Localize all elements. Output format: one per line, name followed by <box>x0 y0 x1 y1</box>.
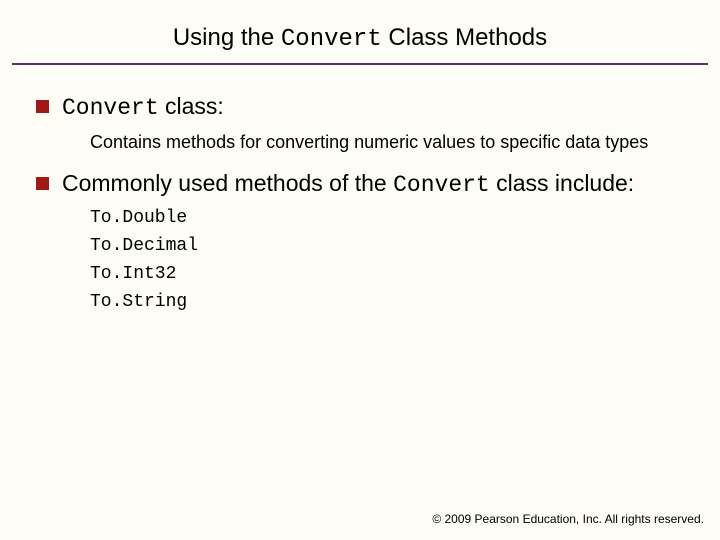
copyright-footer: © 2009 Pearson Education, Inc. All right… <box>432 512 704 526</box>
method-item: To.Int32 <box>90 261 684 289</box>
slide-title: Using the Convert Class Methods <box>0 0 720 63</box>
bullet-list: Convert class: Contains methods for conv… <box>36 91 684 317</box>
bullet-1: Convert class: Contains methods for conv… <box>36 91 684 154</box>
bullet-1-rest: class: <box>159 93 224 119</box>
slide: Using the Convert Class Methods Convert … <box>0 0 720 540</box>
title-code: Convert <box>281 26 382 53</box>
title-post: Class Methods <box>382 24 547 51</box>
bullet-1-code: Convert <box>62 95 159 121</box>
method-item: To.Double <box>90 205 684 233</box>
bullet-2-code: Convert <box>393 172 490 198</box>
method-item: To.Decimal <box>90 233 684 261</box>
method-item: To.String <box>90 289 684 317</box>
methods-list: To.Double To.Decimal To.Int32 To.String <box>62 201 684 317</box>
bullet-1-sub-text: Contains methods for converting numeric … <box>90 130 684 154</box>
slide-body: Convert class: Contains methods for conv… <box>0 65 720 317</box>
title-pre: Using the <box>173 24 281 51</box>
bullet-2-post: class include: <box>490 170 634 196</box>
bullet-2: Commonly used methods of the Convert cla… <box>36 168 684 317</box>
bullet-1-sub: Contains methods for converting numeric … <box>62 124 684 154</box>
bullet-2-pre: Commonly used methods of the <box>62 170 393 196</box>
